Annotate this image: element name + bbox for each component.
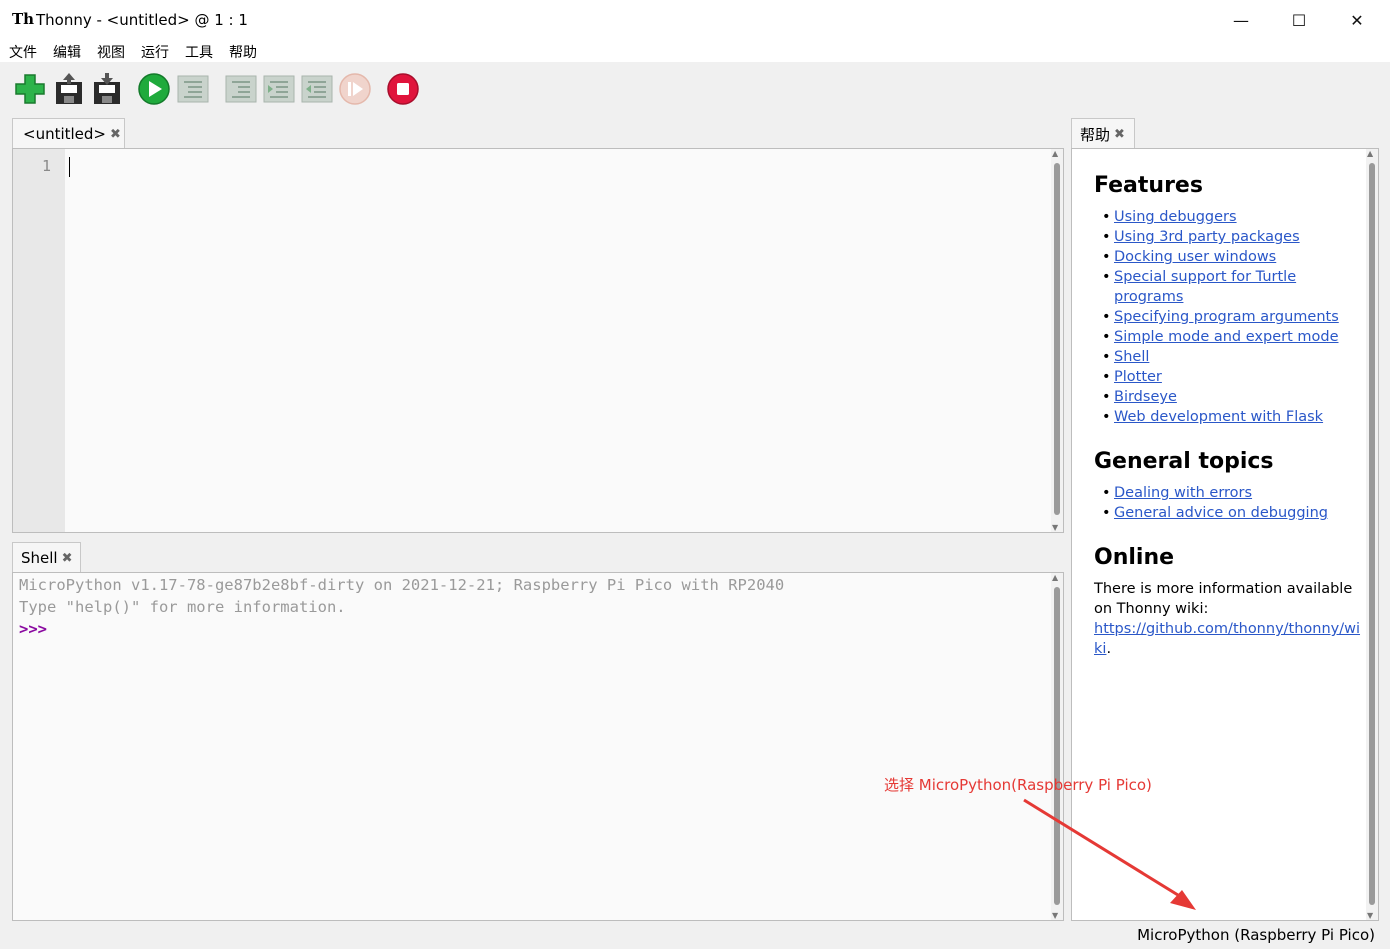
list-item: Birdseye [1102,387,1352,407]
help-link-modes[interactable]: Simple mode and expert mode [1114,329,1339,345]
online-period: . [1106,641,1112,657]
shell-banner-line: MicroPython v1.17-78-ge87b2e8bf-dirty on… [19,576,785,594]
help-link-debuggers[interactable]: Using debuggers [1114,209,1237,225]
help-scrollbar[interactable]: ▲ ▼ [1366,149,1378,920]
step-over-icon[interactable] [224,72,258,106]
help-scroll-thumb[interactable] [1369,163,1375,905]
text-cursor [69,157,70,177]
shell-scroll-up-icon[interactable]: ▲ [1052,573,1058,582]
stop-icon[interactable] [386,72,420,106]
interpreter-selector[interactable]: MicroPython (Raspberry Pi Pico) [1137,926,1375,944]
editor-scroll-thumb[interactable] [1054,163,1060,515]
window-title: Thonny - <untitled> @ 1 : 1 [36,11,248,29]
features-list: Using debuggers Using 3rd party packages… [1102,207,1352,427]
step-into-icon[interactable] [262,72,296,106]
toolbar [0,62,1390,114]
menu-file[interactable]: 文件 [9,42,37,62]
menu-help[interactable]: 帮助 [229,42,257,62]
list-item: Using 3rd party packages [1102,227,1352,247]
help-link-debugging-advice[interactable]: General advice on debugging [1114,505,1328,521]
help-link-arguments[interactable]: Specifying program arguments [1114,309,1339,325]
help-scroll-up-icon[interactable]: ▲ [1367,149,1373,158]
debug-icon[interactable] [176,72,210,106]
new-file-icon[interactable] [13,72,47,106]
maximize-button[interactable]: ☐ [1270,0,1328,40]
menu-edit[interactable]: 编辑 [53,42,81,62]
help-link-flask[interactable]: Web development with Flask [1114,409,1323,425]
status-bar: MicroPython (Raspberry Pi Pico) [0,921,1390,949]
list-item: Plotter [1102,367,1352,387]
list-item: Special support for Turtle programs [1102,267,1314,307]
title-bar: Th Thonny - <untitled> @ 1 : 1 — ☐ ✕ [0,0,1390,40]
list-item: Shell [1102,347,1352,367]
line-number: 1 [41,157,51,175]
list-item: Specifying program arguments [1102,307,1352,327]
help-link-packages[interactable]: Using 3rd party packages [1114,229,1300,245]
scroll-up-icon[interactable]: ▲ [1052,149,1058,158]
open-file-icon[interactable] [52,72,86,106]
general-topics-heading: General topics [1094,449,1274,474]
shell-tab-close-icon[interactable]: ✖ [62,551,73,566]
list-item: Simple mode and expert mode [1102,327,1352,347]
help-scroll-down-icon[interactable]: ▼ [1367,911,1373,920]
list-item: General advice on debugging [1102,503,1352,523]
tab-help[interactable]: 帮助 ✖ [1071,118,1135,149]
tab-shell[interactable]: Shell ✖ [12,542,81,573]
online-text: There is more information available on T… [1094,581,1353,617]
annotation-text: 选择 MicroPython(Raspberry Pi Pico) [884,776,1152,794]
list-item: Using debuggers [1102,207,1352,227]
features-heading: Features [1094,173,1203,198]
help-link-turtle[interactable]: Special support for Turtle programs [1114,269,1296,305]
list-item: Docking user windows [1102,247,1352,267]
annotation-arrow-icon [1023,798,1196,910]
online-paragraph: There is more information available on T… [1094,579,1364,659]
editor-tab-close-icon[interactable]: ✖ [110,127,121,142]
tab-untitled[interactable]: <untitled> ✖ [12,118,125,149]
line-number-gutter: 1 [13,149,65,532]
help-link-birdseye[interactable]: Birdseye [1114,389,1177,405]
close-window-button[interactable]: ✕ [1328,0,1386,40]
resume-icon[interactable] [338,72,372,106]
editor-tab-label: <untitled> [23,125,106,143]
online-heading: Online [1094,545,1175,570]
menu-run[interactable]: 运行 [141,42,169,62]
help-link-shell[interactable]: Shell [1114,349,1149,365]
minimize-button[interactable]: — [1212,0,1270,40]
help-tab-close-icon[interactable]: ✖ [1114,127,1125,142]
menu-tools[interactable]: 工具 [185,42,213,62]
general-topics-list: Dealing with errors General advice on de… [1102,483,1352,523]
help-link-docking[interactable]: Docking user windows [1114,249,1276,265]
menu-bar: 文件 编辑 视图 运行 工具 帮助 [0,40,1390,62]
shell-tab-label: Shell [21,549,58,567]
wiki-link[interactable]: https://github.com/thonny/thonny/wiki [1094,621,1360,657]
shell-panel[interactable]: MicroPython v1.17-78-ge87b2e8bf-dirty on… [12,572,1064,921]
run-icon[interactable] [137,72,171,106]
help-tab-label: 帮助 [1080,125,1111,144]
code-editor[interactable]: 1 ▲ ▼ [12,148,1064,533]
shell-help-line: Type "help()" for more information. [19,598,346,616]
menu-view[interactable]: 视图 [97,42,125,62]
help-link-errors[interactable]: Dealing with errors [1114,485,1252,501]
shell-prompt[interactable]: >>> [19,620,47,638]
save-file-icon[interactable] [90,72,124,106]
thonny-app-icon: Th [12,10,35,28]
list-item: Dealing with errors [1102,483,1352,503]
list-item: Web development with Flask [1102,407,1352,427]
scroll-down-icon[interactable]: ▼ [1052,523,1058,532]
help-link-plotter[interactable]: Plotter [1114,369,1162,385]
editor-scrollbar[interactable]: ▲ ▼ [1051,149,1063,532]
step-out-icon[interactable] [300,72,334,106]
